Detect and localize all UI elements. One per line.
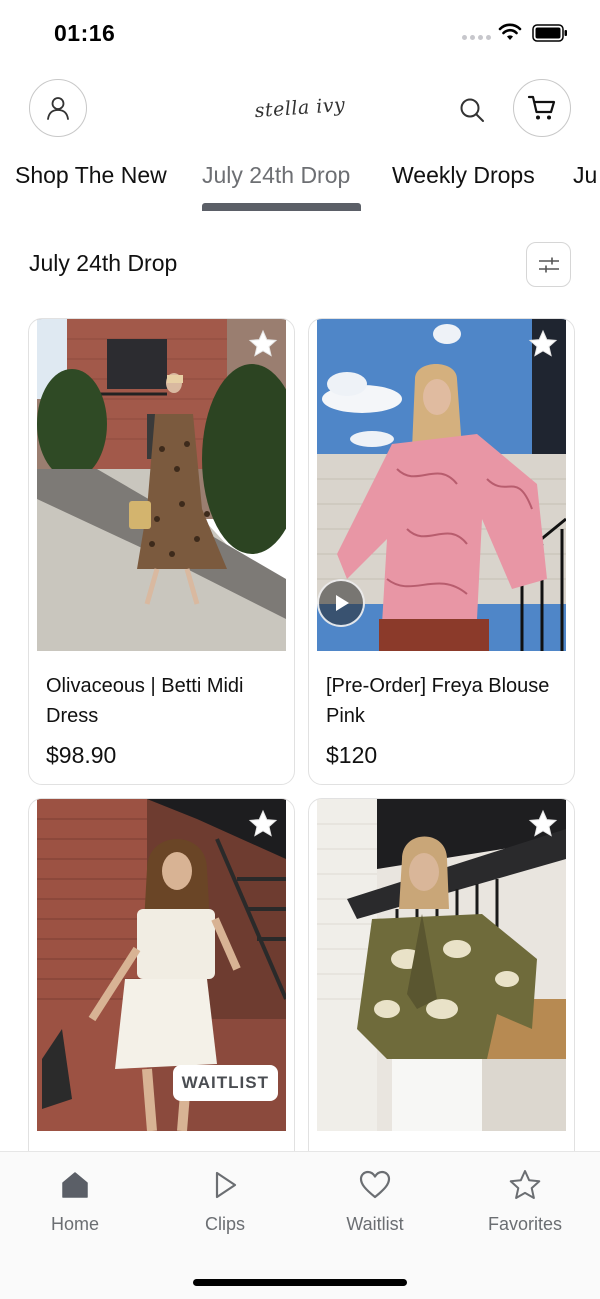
signal-dots-icon: [462, 35, 491, 40]
tab-shop-the-new[interactable]: Shop The New: [15, 162, 167, 189]
category-tabs: Shop The New July 24th Drop Weekly Drops…: [0, 150, 600, 216]
home-indicator: [193, 1279, 407, 1286]
nav-home[interactable]: Home: [15, 1168, 135, 1235]
nav-favorites-label: Favorites: [487, 1214, 563, 1234]
active-tab-indicator: [202, 203, 361, 211]
tab-weekly-drops[interactable]: Weekly Drops: [392, 162, 535, 189]
nav-waitlist[interactable]: Waitlist: [315, 1168, 435, 1235]
product-card[interactable]: Olivaceous | Betti Midi Dress $98.90: [28, 318, 295, 785]
battery-icon: [532, 24, 567, 42]
wifi-icon: [498, 23, 522, 40]
cart-button[interactable]: [513, 79, 571, 137]
home-icon: [58, 1168, 92, 1202]
play-video-button[interactable]: [317, 579, 365, 627]
tab-next-partial[interactable]: Ju: [573, 162, 597, 189]
app-header: stella ivy: [0, 66, 600, 150]
product-name[interactable]: Olivaceous | Betti Midi Dress: [46, 671, 281, 731]
favorite-star-icon[interactable]: [528, 329, 558, 359]
section-title: July 24th Drop: [29, 250, 178, 276]
nav-clips[interactable]: Clips: [165, 1168, 285, 1235]
sliders-icon: [538, 257, 559, 272]
search-icon: [460, 98, 484, 122]
product-image[interactable]: [317, 799, 566, 1131]
favorite-star-icon[interactable]: [248, 809, 278, 839]
search-button[interactable]: [455, 93, 489, 127]
product-card[interactable]: [Pre-Order] Freya Blouse Pink $120: [308, 318, 575, 785]
play-icon: [336, 595, 349, 611]
filter-button[interactable]: [526, 242, 571, 287]
nav-clips-label: Clips: [204, 1214, 245, 1234]
star-icon: [508, 1168, 542, 1202]
status-time: 01:16: [54, 20, 116, 46]
nav-waitlist-label: Waitlist: [346, 1214, 404, 1234]
account-button[interactable]: [29, 79, 87, 137]
product-price: $98.90: [46, 742, 117, 768]
favorite-star-icon[interactable]: [248, 329, 278, 359]
status-bar: 01:16: [0, 0, 600, 66]
bottom-tab-bar: Home Clips Waitlist Favorites: [0, 1151, 600, 1299]
product-name[interactable]: [Pre-Order] Freya Blouse Pink: [326, 671, 561, 731]
play-icon: [208, 1168, 242, 1202]
product-image[interactable]: WAITLIST: [37, 799, 286, 1131]
account-icon: [47, 97, 69, 120]
product-image[interactable]: [37, 319, 286, 651]
tab-july-24th-drop[interactable]: July 24th Drop: [202, 162, 350, 189]
heart-icon: [358, 1168, 392, 1202]
nav-home-label: Home: [50, 1214, 99, 1234]
favorite-star-icon[interactable]: [528, 809, 558, 839]
product-price: $120: [326, 742, 378, 768]
product-image[interactable]: [317, 319, 566, 651]
waitlist-badge: WAITLIST: [172, 1065, 278, 1101]
nav-favorites[interactable]: Favorites: [465, 1168, 585, 1235]
cart-icon: [527, 95, 556, 120]
brand-logo[interactable]: stella ivy: [229, 83, 371, 133]
